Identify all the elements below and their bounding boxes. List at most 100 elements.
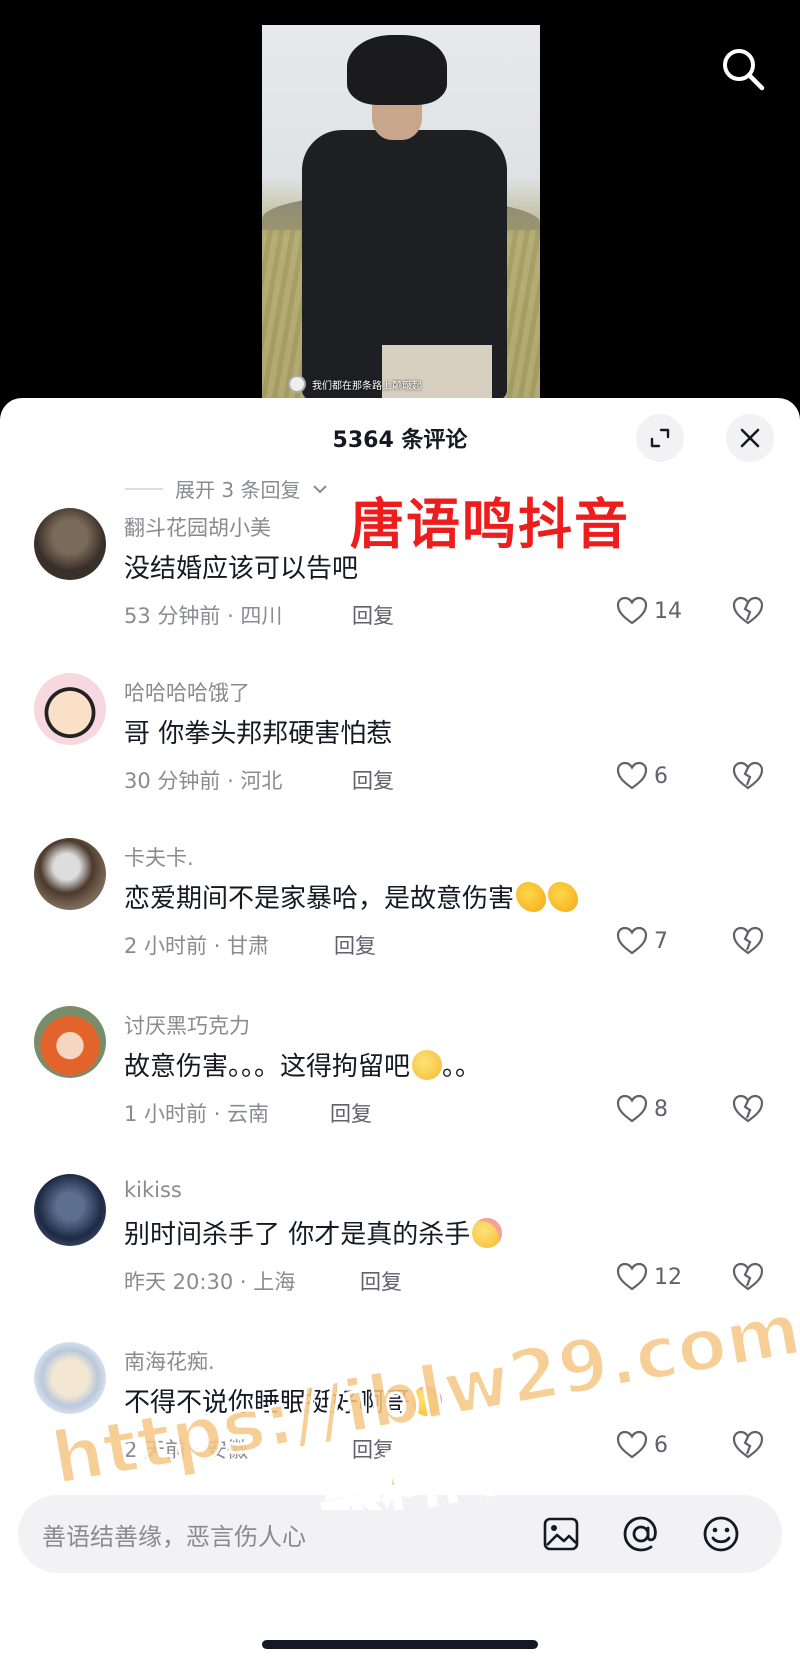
heart-icon <box>616 1430 648 1459</box>
avatar[interactable] <box>34 1174 106 1246</box>
like-button[interactable]: 7 <box>616 926 668 956</box>
comment-text: 哥 你拳头邦邦硬害怕惹 <box>124 719 393 749</box>
expand-replies-label: 展开 3 条回复 <box>175 478 301 502</box>
emoji-button[interactable] <box>698 1511 744 1557</box>
screen: { "video": { "subtitle": "我们都在那条路上颠簸起" }… <box>0 0 800 1662</box>
mention-button[interactable] <box>618 1511 664 1557</box>
comment-text-body: 不得不说你睡眠挺好啊哥 <box>124 1388 411 1418</box>
comment-username[interactable]: 讨厌黑巧克力 <box>124 1010 250 1040</box>
broken-heart-icon <box>732 1094 764 1123</box>
like-button[interactable]: 8 <box>616 1094 668 1124</box>
comment-meta: 30 分钟前 · 河北 <box>124 769 283 793</box>
reply-button[interactable]: 回复 <box>352 600 394 630</box>
comment-item: 讨厌黑巧克力 故意伤害。。。这得拘留吧 。。 1 小时前 · 云南 回复 8 <box>0 1006 800 1156</box>
person-hat <box>347 35 447 105</box>
blush-emoji-icon <box>472 1218 503 1248</box>
search-icon <box>723 49 765 91</box>
subtitle-text: 我们都在那条路上颠簸起 <box>312 380 422 392</box>
comment-item: 哈哈哈哈饿了 哥 你拳头邦邦硬害怕惹 30 分钟前 · 河北 回复 6 <box>0 673 800 823</box>
comment-input-placeholder: 善语结善缘，恶言伤人心 <box>42 1523 306 1551</box>
like-count: 12 <box>654 1264 682 1290</box>
like-button[interactable]: 6 <box>616 761 668 791</box>
dislike-button[interactable] <box>732 596 764 630</box>
avatar[interactable] <box>34 838 106 910</box>
like-count: 6 <box>654 763 668 789</box>
avatar[interactable] <box>34 508 106 580</box>
comment-item: 卡夫卡. 恋爱期间不是家暴哈，是故意伤害 2 小时前 · 甘肃 回复 7 <box>0 838 800 988</box>
dislike-button[interactable] <box>732 761 764 795</box>
image-icon <box>543 1517 579 1551</box>
search-button[interactable] <box>718 44 768 94</box>
comment-text: 别时间杀手了 你才是真的杀手 <box>124 1214 503 1251</box>
chevron-down-icon <box>313 484 328 493</box>
comment-item: 南海花痴. 不得不说你睡眠挺好啊哥 2 天前 · 安徽 回复 6 <box>0 1342 800 1492</box>
reply-button[interactable]: 回复 <box>334 930 376 960</box>
broken-heart-icon <box>732 1262 764 1291</box>
reply-button[interactable]: 回复 <box>352 1434 394 1464</box>
dislike-button[interactable] <box>732 926 764 960</box>
comment-text: 恋爱期间不是家暴哈，是故意伤害 <box>124 878 579 915</box>
expand-sheet-button[interactable] <box>636 414 684 462</box>
comment-meta: 昨天 20:30 · 上海 <box>124 1270 296 1294</box>
broken-heart-icon <box>732 926 764 955</box>
comment-text: 没结婚应该可以告吧 <box>124 554 359 584</box>
comment-username[interactable]: 哈哈哈哈饿了 <box>124 677 250 707</box>
comment-text-body: 恋爱期间不是家暴哈，是故意伤害 <box>124 884 515 914</box>
divider-line <box>125 487 163 490</box>
video-frame[interactable]: 我们都在那条路上颠簸起 <box>262 25 540 405</box>
image-button[interactable] <box>538 1511 584 1557</box>
comment-meta: 2 小时前 · 甘肃 <box>124 934 270 958</box>
comment-meta: 2 天前 · 安徽 <box>124 1438 249 1462</box>
heart-icon <box>616 926 648 955</box>
heart-icon <box>616 761 648 790</box>
like-button[interactable]: 14 <box>616 596 682 626</box>
comment-input[interactable]: 善语结善缘，恶言伤人心 <box>18 1495 782 1573</box>
clap-emoji-icon <box>516 882 547 912</box>
comment-meta: 53 分钟前 · 四川 <box>124 604 283 628</box>
comment-item: 翻斗花园胡小美 没结婚应该可以告吧 53 分钟前 · 四川 回复 14 <box>0 508 800 658</box>
like-button[interactable]: 12 <box>616 1262 682 1292</box>
broken-heart-icon <box>732 761 764 790</box>
reply-button[interactable]: 回复 <box>360 1266 402 1296</box>
heart-icon <box>616 1094 648 1123</box>
dislike-button[interactable] <box>732 1262 764 1296</box>
comment-username[interactable]: kikiss <box>124 1178 182 1202</box>
heart-icon <box>616 1262 648 1291</box>
dislike-button[interactable] <box>732 1094 764 1128</box>
close-sheet-button[interactable] <box>726 414 774 462</box>
close-icon <box>740 428 760 448</box>
comment-username[interactable]: 翻斗花园胡小美 <box>124 512 271 542</box>
comment-text: 不得不说你睡眠挺好啊哥 <box>124 1382 443 1419</box>
comment-text-body: 别时间杀手了 你才是真的杀手 <box>124 1220 471 1250</box>
avatar[interactable] <box>34 673 106 745</box>
dizzy-emoji-icon <box>412 1050 443 1080</box>
comment-text: 故意伤害。。。这得拘留吧 。。 <box>124 1046 481 1083</box>
comment-meta: 1 小时前 · 云南 <box>124 1102 270 1126</box>
like-button[interactable]: 6 <box>616 1430 668 1460</box>
expand-replies-link[interactable]: 展开 3 条回复 <box>125 474 328 503</box>
avatar[interactable] <box>34 1006 106 1078</box>
like-count: 7 <box>654 928 668 954</box>
dislike-button[interactable] <box>732 1430 764 1464</box>
comment-text-body: 故意伤害。。。这得拘留吧 <box>124 1052 411 1082</box>
heart-icon <box>616 596 648 625</box>
comment-sheet: 5364 条评论 展开 3 条回复 唐语鸣抖音 翻斗花园胡小美 没结婚应该可以告… <box>0 398 800 1662</box>
comment-text-tail: 。。 <box>442 1052 482 1082</box>
reply-button[interactable]: 回复 <box>352 765 394 795</box>
clock-icon <box>288 375 306 393</box>
broken-heart-icon <box>732 596 764 625</box>
clap-emoji-icon <box>548 882 579 912</box>
smiley-icon <box>703 1516 739 1552</box>
home-indicator <box>262 1640 538 1649</box>
like-count: 6 <box>654 1432 668 1458</box>
reply-button[interactable]: 回复 <box>330 1098 372 1128</box>
comment-username[interactable]: 卡夫卡. <box>124 842 194 872</box>
blush-emoji-icon <box>412 1386 443 1416</box>
at-icon <box>623 1516 657 1552</box>
like-count: 8 <box>654 1096 668 1122</box>
avatar[interactable] <box>34 1342 106 1414</box>
expand-icon <box>650 428 670 448</box>
comment-username[interactable]: 南海花痴. <box>124 1346 215 1376</box>
broken-heart-icon <box>732 1430 764 1459</box>
comment-item: kikiss 别时间杀手了 你才是真的杀手 昨天 20:30 · 上海 回复 1… <box>0 1174 800 1324</box>
